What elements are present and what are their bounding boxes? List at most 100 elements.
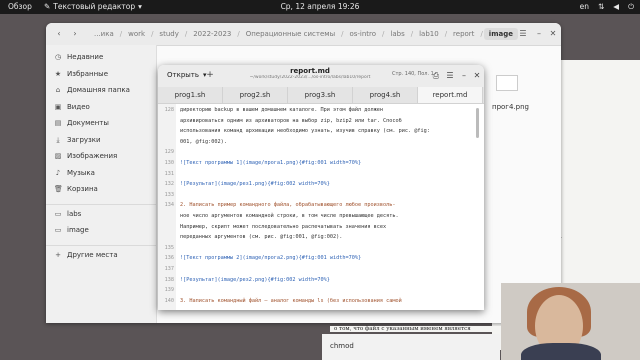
- code-editor[interactable]: директорию backup в вашем домашнем катал…: [158, 104, 484, 310]
- file-manager-header: ‹ › ...ика / work / study/2022-2023/Операцио…: [46, 23, 561, 46]
- breadcrumb-item[interactable]: 2022-2023: [188, 28, 236, 40]
- code-line: директорию backup в вашем домашнем катал…: [180, 107, 384, 113]
- code-line: ![Текст программы 1](image/прога1.png){#…: [180, 160, 362, 166]
- minimize-icon[interactable]: –: [458, 70, 470, 82]
- breadcrumb-item[interactable]: Операционные системы: [241, 28, 340, 40]
- folder-icon: ▭: [54, 209, 62, 218]
- tab-prog2-sh[interactable]: prog2.sh: [223, 87, 288, 103]
- breadcrumb-item[interactable]: os-intro: [344, 28, 381, 40]
- webcam-overlay: [501, 283, 640, 360]
- sidebar-item[interactable]: 🗑 Корзина: [54, 185, 98, 193]
- line-number: 128: [164, 107, 174, 113]
- sidebar: ◷ Недавние ★ Избранные ⌂ Домашняя папка ▣ Видео…: [46, 45, 157, 323]
- tab-prog3-sh[interactable]: prog3.sh: [288, 87, 353, 103]
- line-number: 131: [164, 170, 174, 177]
- sidebar-divider: [46, 203, 156, 205]
- sidebar-item-label: Корзина: [67, 185, 98, 193]
- system-tray[interactable]: en ⇅ ◀ ⏻: [580, 0, 634, 14]
- star-icon: ★: [54, 69, 62, 78]
- clock[interactable]: Ср, 12 апреля 19:26: [262, 0, 378, 14]
- app-menu[interactable]: ✎ Текстовый редактор ▾: [44, 0, 142, 14]
- code-line: ![Текст программы 2](image/прога2.png){#…: [180, 255, 362, 262]
- music-icon: ♪: [55, 168, 61, 177]
- sidebar-item[interactable]: ▭ labs: [54, 209, 82, 218]
- plus-icon: +: [55, 250, 61, 259]
- app-menu-label: Текстовый редактор: [53, 2, 136, 11]
- line-number: 135: [164, 244, 174, 251]
- sidebar-item[interactable]: ⌂ Домашняя папка: [54, 86, 130, 94]
- tab-prog1-sh[interactable]: prog1.sh: [158, 87, 223, 103]
- sidebar-item-label: Музыка: [67, 168, 95, 177]
- line-number: 139: [164, 287, 174, 294]
- code-line: Например, скрипт может последовательно р…: [180, 223, 387, 230]
- document-path: ~/work/study/2022-2023/.../os-intro/labs…: [249, 75, 371, 80]
- tab-prog4-sh[interactable]: prog4.sh: [353, 87, 418, 103]
- text-editor-window: Открыть ▾ + report.md ~/work/study/2022-…: [158, 65, 484, 310]
- breadcrumb-item[interactable]: study: [154, 28, 183, 40]
- sidebar-item[interactable]: ▨ Изображения: [54, 152, 118, 160]
- sidebar-item[interactable]: ▭ image: [54, 226, 89, 234]
- line-number: 134: [164, 202, 174, 209]
- tab-report-md[interactable]: report.md: [418, 87, 483, 103]
- sidebar-item[interactable]: ▣ Видео: [54, 103, 90, 111]
- menu-icon[interactable]: ☰: [516, 27, 530, 41]
- sidebar-item-label: Избранные: [67, 69, 108, 78]
- sidebar-item[interactable]: ♪ Музыка: [54, 169, 95, 177]
- sidebar-item[interactable]: ★ Избранные: [54, 70, 108, 78]
- document-title: report.md: [290, 67, 330, 75]
- sidebar-divider: [46, 244, 156, 246]
- cursor-status[interactable]: Стр. 140, Пол. 1: [392, 71, 434, 77]
- forward-icon[interactable]: ›: [68, 27, 82, 41]
- sidebar-item-label: image: [67, 226, 89, 234]
- top-bar: Обзор ✎ Текстовый редактор ▾ Ср, 12 апре…: [0, 0, 640, 14]
- sidebar-item[interactable]: ◷ Недавние: [54, 53, 103, 61]
- scrollbar[interactable]: [476, 108, 479, 138]
- breadcrumb-item[interactable]: lab10: [414, 28, 444, 40]
- close-icon[interactable]: ✕: [546, 27, 560, 41]
- breadcrumb-item[interactable]: ...ика: [89, 28, 119, 40]
- code-line: 001, @fig:002).: [180, 138, 227, 145]
- line-number: 138: [164, 276, 174, 283]
- search-bar[interactable]: chmod: [322, 334, 500, 360]
- tab-bar: prog1.sh prog2.sh prog3.sh prog4.sh report.m…: [158, 87, 484, 104]
- back-icon[interactable]: ‹: [52, 27, 66, 41]
- new-tab-icon[interactable]: +: [204, 69, 216, 81]
- activities-button[interactable]: Обзор: [8, 0, 32, 14]
- menu-icon[interactable]: ☰: [444, 70, 456, 82]
- download-icon: ⤓: [56, 135, 60, 144]
- sidebar-item-label: Документы: [67, 119, 109, 127]
- chevron-down-icon: ▾: [138, 2, 142, 11]
- code-line: архивироваться одним из архиваторов на в…: [180, 117, 402, 124]
- editor-title: report.md ~/work/study/2022-2023/.../os-…: [220, 67, 400, 80]
- clock-icon: ◷: [54, 53, 62, 61]
- line-number: 140: [164, 297, 174, 304]
- video-icon: ▣: [54, 102, 62, 111]
- sidebar-item-other-places[interactable]: + Другие места: [54, 251, 118, 259]
- volume-icon: ◀: [613, 2, 620, 11]
- minimize-icon[interactable]: –: [532, 27, 546, 41]
- code-line: переданных аргументов (см. рис. @fig:001…: [180, 234, 343, 241]
- code-line: ![Результат](image/рез1.png){#fig:002 wi…: [180, 181, 330, 188]
- save-icon[interactable]: ⎙: [430, 70, 442, 82]
- sidebar-item-label: Домашняя папка: [67, 86, 130, 94]
- line-number: 136: [164, 255, 174, 262]
- power-icon: ⏻: [628, 2, 634, 11]
- search-input[interactable]: chmod: [330, 342, 354, 350]
- file-name[interactable]: прог4.png: [492, 103, 529, 111]
- sidebar-item-label: Загрузки: [67, 136, 101, 144]
- sidebar-item[interactable]: ▤ Документы: [54, 119, 109, 127]
- close-icon[interactable]: ✕: [471, 70, 483, 82]
- breadcrumb-item[interactable]: work: [123, 28, 150, 40]
- image-file-icon[interactable]: [496, 75, 518, 91]
- breadcrumb: ...ика / work / study/2022-2023/Операционные…: [89, 28, 518, 40]
- sidebar-item-label: labs: [67, 209, 82, 218]
- document-icon: ▤: [54, 119, 62, 127]
- breadcrumb-item[interactable]: labs: [385, 28, 409, 40]
- code-line: ное число аргументов командной строки, в…: [180, 213, 399, 219]
- breadcrumb-item[interactable]: report: [448, 28, 479, 40]
- language-indicator[interactable]: en: [580, 0, 589, 14]
- sidebar-item[interactable]: ⤓ Загрузки: [54, 135, 101, 145]
- breadcrumb-item[interactable]: image: [483, 28, 518, 40]
- line-number: 132: [164, 181, 174, 188]
- code-line: 3. Написать командный файл — аналог кома…: [180, 297, 402, 304]
